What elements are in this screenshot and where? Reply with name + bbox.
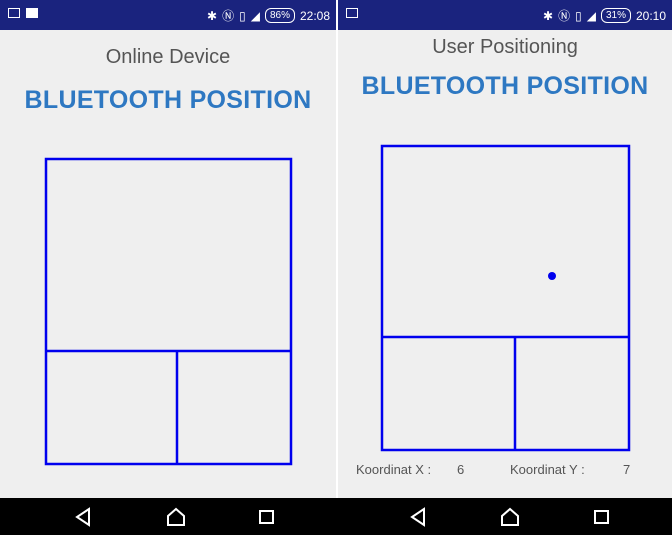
coordinate-x-label: Koordinat X : [356, 462, 432, 477]
recents-icon[interactable] [590, 506, 614, 528]
coordinates-readout: Koordinat X : 6 Koordinat Y : 7 [338, 462, 672, 482]
bluetooth-icon: ✱ [207, 8, 218, 23]
status-time: 20:10 [635, 8, 666, 23]
map-outer-border [44, 157, 293, 466]
android-nav-bar [0, 498, 672, 535]
coordinate-x-value: 6 [457, 462, 465, 477]
battery-indicator: 31% [600, 8, 631, 23]
status-right-icons: ✱ Ⓝ ▯ ◢ 31% 20:10 [543, 7, 666, 24]
page-subtitle: User Positioning [432, 36, 578, 58]
coordinate-y-value: 7 [623, 462, 631, 477]
recents-icon[interactable] [255, 506, 279, 528]
status-left-icons [8, 8, 38, 18]
status-bar: ✱ Ⓝ ▯ ◢ 86% 22:08 [0, 0, 336, 30]
status-right-icons: ✱ Ⓝ ▯ ◢ 86% 22:08 [207, 7, 330, 24]
phone-screen-user-positioning: ✱ Ⓝ ▯ ◢ 31% 20:10 User Positioning BLUET… [338, 0, 672, 535]
gallery-icon [8, 8, 20, 18]
page-title: BLUETOOTH POSITION [24, 86, 312, 114]
home-icon[interactable] [498, 506, 522, 528]
page-title: BLUETOOTH POSITION [361, 72, 649, 100]
page-subtitle: Online Device [105, 46, 231, 68]
user-position-marker [548, 272, 556, 280]
vibrate-icon: ▯ [239, 8, 246, 23]
floor-map [44, 157, 293, 466]
home-icon[interactable] [164, 506, 188, 528]
cast-icon [26, 8, 38, 18]
floor-map [380, 144, 631, 452]
lte-signal-icon: ◢ [250, 8, 260, 23]
status-left-icons [346, 8, 358, 18]
phone-screen-online-device: ✱ Ⓝ ▯ ◢ 86% 22:08 Online Device BLUETOOT… [0, 0, 336, 535]
bluetooth-icon: ✱ [543, 8, 554, 23]
coordinate-y-label: Koordinat Y : [510, 462, 585, 477]
gallery-icon [346, 8, 358, 18]
back-icon[interactable] [72, 506, 96, 528]
lte-signal-icon: ◢ [586, 8, 596, 23]
battery-indicator: 86% [264, 8, 295, 23]
status-bar: ✱ Ⓝ ▯ ◢ 31% 20:10 [338, 0, 672, 30]
back-icon[interactable] [407, 506, 431, 528]
vibrate-icon: ▯ [575, 8, 582, 23]
status-time: 22:08 [299, 8, 330, 23]
nfc-icon: Ⓝ [558, 9, 571, 23]
nfc-icon: Ⓝ [222, 9, 235, 23]
map-outer-border [380, 144, 631, 452]
